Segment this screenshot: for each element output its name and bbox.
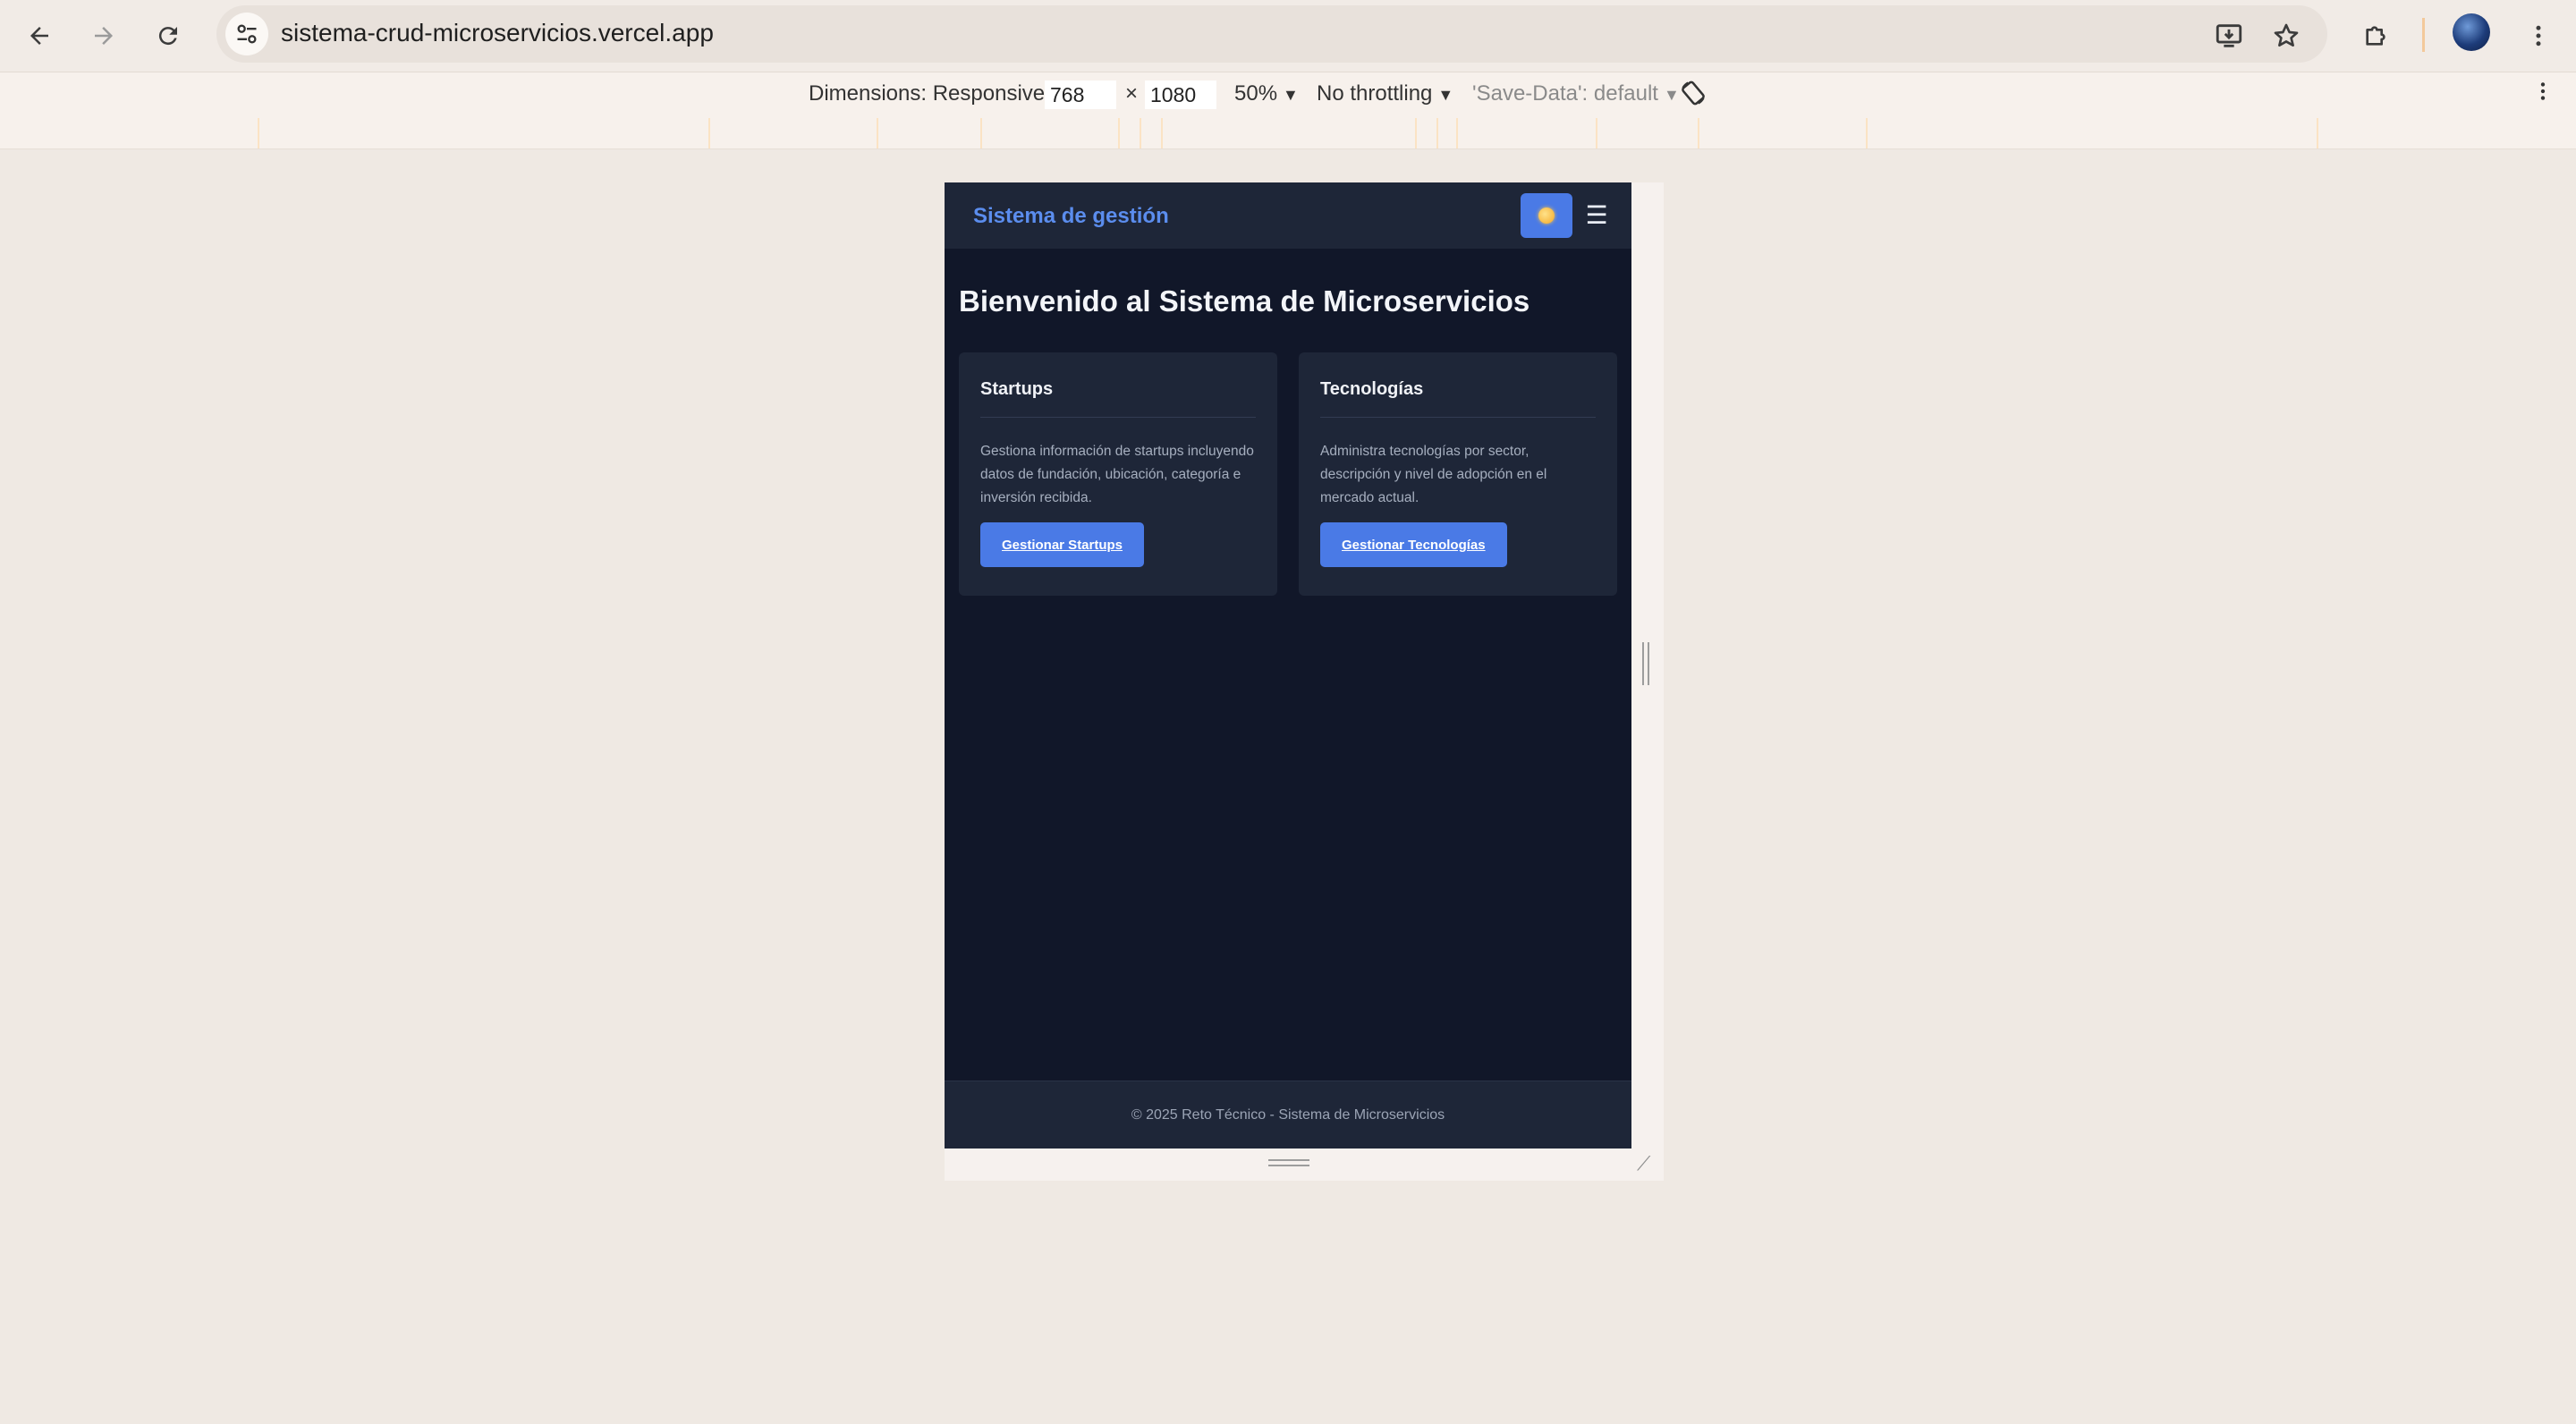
resize-handle-right[interactable] — [1642, 642, 1649, 685]
forward-button[interactable] — [80, 13, 127, 59]
breakpoint-marker — [1140, 118, 1141, 148]
caret-down-icon: ▼ — [1437, 86, 1454, 104]
breakpoint-marker — [980, 118, 982, 148]
kebab-menu-icon — [2536, 25, 2541, 47]
reload-icon — [158, 27, 177, 46]
breakpoint-marker — [1456, 118, 1458, 148]
card-divider — [980, 417, 1256, 418]
card-description: Administra tecnologías por sector, descr… — [1320, 444, 1547, 505]
height-input[interactable] — [1145, 81, 1216, 109]
browser-menu-button[interactable] — [2515, 13, 2562, 59]
reload-button[interactable] — [145, 13, 191, 59]
zoom-label: 50% — [1234, 81, 1278, 106]
card-title: Tecnologías — [1320, 379, 1424, 399]
toolbar-divider — [2422, 18, 2425, 52]
profile-avatar[interactable] — [2453, 13, 2490, 51]
bookmark-button[interactable] — [2263, 13, 2309, 59]
card-divider — [1320, 417, 1596, 418]
device-toolbar-menu[interactable] — [2531, 78, 2555, 111]
breakpoint-marker — [1118, 118, 1120, 148]
breakpoint-marker — [1866, 118, 1868, 148]
app-footer: © 2025 Reto Técnico - Sistema de Microse… — [945, 1081, 1631, 1149]
address-bar[interactable]: sistema-crud-microservicios.vercel.app — [216, 5, 2327, 63]
breakpoint-marker — [1415, 118, 1417, 148]
browser-toolbar: sistema-crud-microservicios.vercel.app — [0, 0, 2576, 72]
save-data-dropdown[interactable]: 'Save-Data': default ▼ — [1472, 81, 1680, 106]
card-description: Gestiona información de startups incluye… — [980, 444, 1254, 505]
breakpoint-marker — [877, 118, 878, 148]
back-button[interactable] — [16, 13, 63, 59]
sun-icon — [1538, 208, 1555, 224]
install-app-button[interactable] — [2206, 13, 2252, 59]
theme-toggle-button[interactable] — [1521, 193, 1572, 238]
breakpoint-marker — [708, 118, 710, 148]
brand-title[interactable]: Sistema de gestión — [973, 204, 1169, 229]
width-input[interactable] — [1045, 81, 1116, 109]
breakpoint-marker — [1436, 118, 1438, 148]
site-info-button[interactable] — [225, 13, 268, 55]
save-data-label: 'Save-Data': default — [1472, 81, 1658, 106]
kebab-menu-icon — [2540, 82, 2546, 100]
manage-technologies-button[interactable]: Gestionar Tecnologías — [1320, 522, 1507, 567]
resize-handle-bottom[interactable] — [1268, 1159, 1309, 1166]
startups-card: Startups Gestiona información de startup… — [959, 352, 1277, 596]
tune-icon — [237, 24, 257, 44]
dimensions-dropdown[interactable]: Dimensions: Responsive▼ — [809, 81, 1066, 106]
page-title: Bienvenido al Sistema de Microservicios — [959, 284, 1530, 318]
zoom-dropdown[interactable]: 50% ▼ — [1234, 81, 1299, 106]
throttling-dropdown[interactable]: No throttling ▼ — [1317, 81, 1453, 106]
page-viewport: Sistema de gestión ☰ Bienvenido al Siste… — [945, 182, 1631, 1149]
star-icon — [2274, 23, 2299, 47]
breakpoint-marker — [2317, 118, 2318, 148]
puzzle-icon — [2366, 26, 2385, 46]
hamburger-menu-button[interactable]: ☰ — [1581, 200, 1612, 231]
resize-corner-icon[interactable]: ⟋ — [1637, 1154, 1657, 1174]
url-text[interactable]: sistema-crud-microservicios.vercel.app — [281, 19, 714, 47]
breakpoint-marker — [1698, 118, 1699, 148]
throttling-label: No throttling — [1317, 81, 1433, 106]
times-sign: × — [1125, 81, 1139, 106]
technologies-card: Tecnologías Administra tecnologías por s… — [1299, 352, 1617, 596]
breakpoint-marker — [1596, 118, 1597, 148]
breakpoint-marker — [1161, 118, 1163, 148]
media-query-bar[interactable] — [0, 118, 2576, 149]
arrow-right-icon — [95, 27, 113, 45]
extensions-button[interactable] — [2352, 13, 2399, 59]
arrow-left-icon — [30, 27, 48, 45]
device-toolbar: Dimensions: Responsive▼ × 50%▼ No thrott… — [0, 72, 2576, 119]
rotate-icon — [1682, 81, 1705, 106]
dimensions-label: Dimensions: Responsive — [809, 81, 1046, 106]
install-app-icon — [2216, 24, 2242, 47]
rotate-button[interactable] — [1678, 78, 1708, 114]
manage-startups-button[interactable]: Gestionar Startups — [980, 522, 1145, 567]
caret-down-icon: ▼ — [1283, 86, 1299, 104]
card-title: Startups — [980, 379, 1054, 399]
breakpoint-marker — [258, 118, 259, 148]
app-header: Sistema de gestión ☰ — [945, 182, 1631, 249]
